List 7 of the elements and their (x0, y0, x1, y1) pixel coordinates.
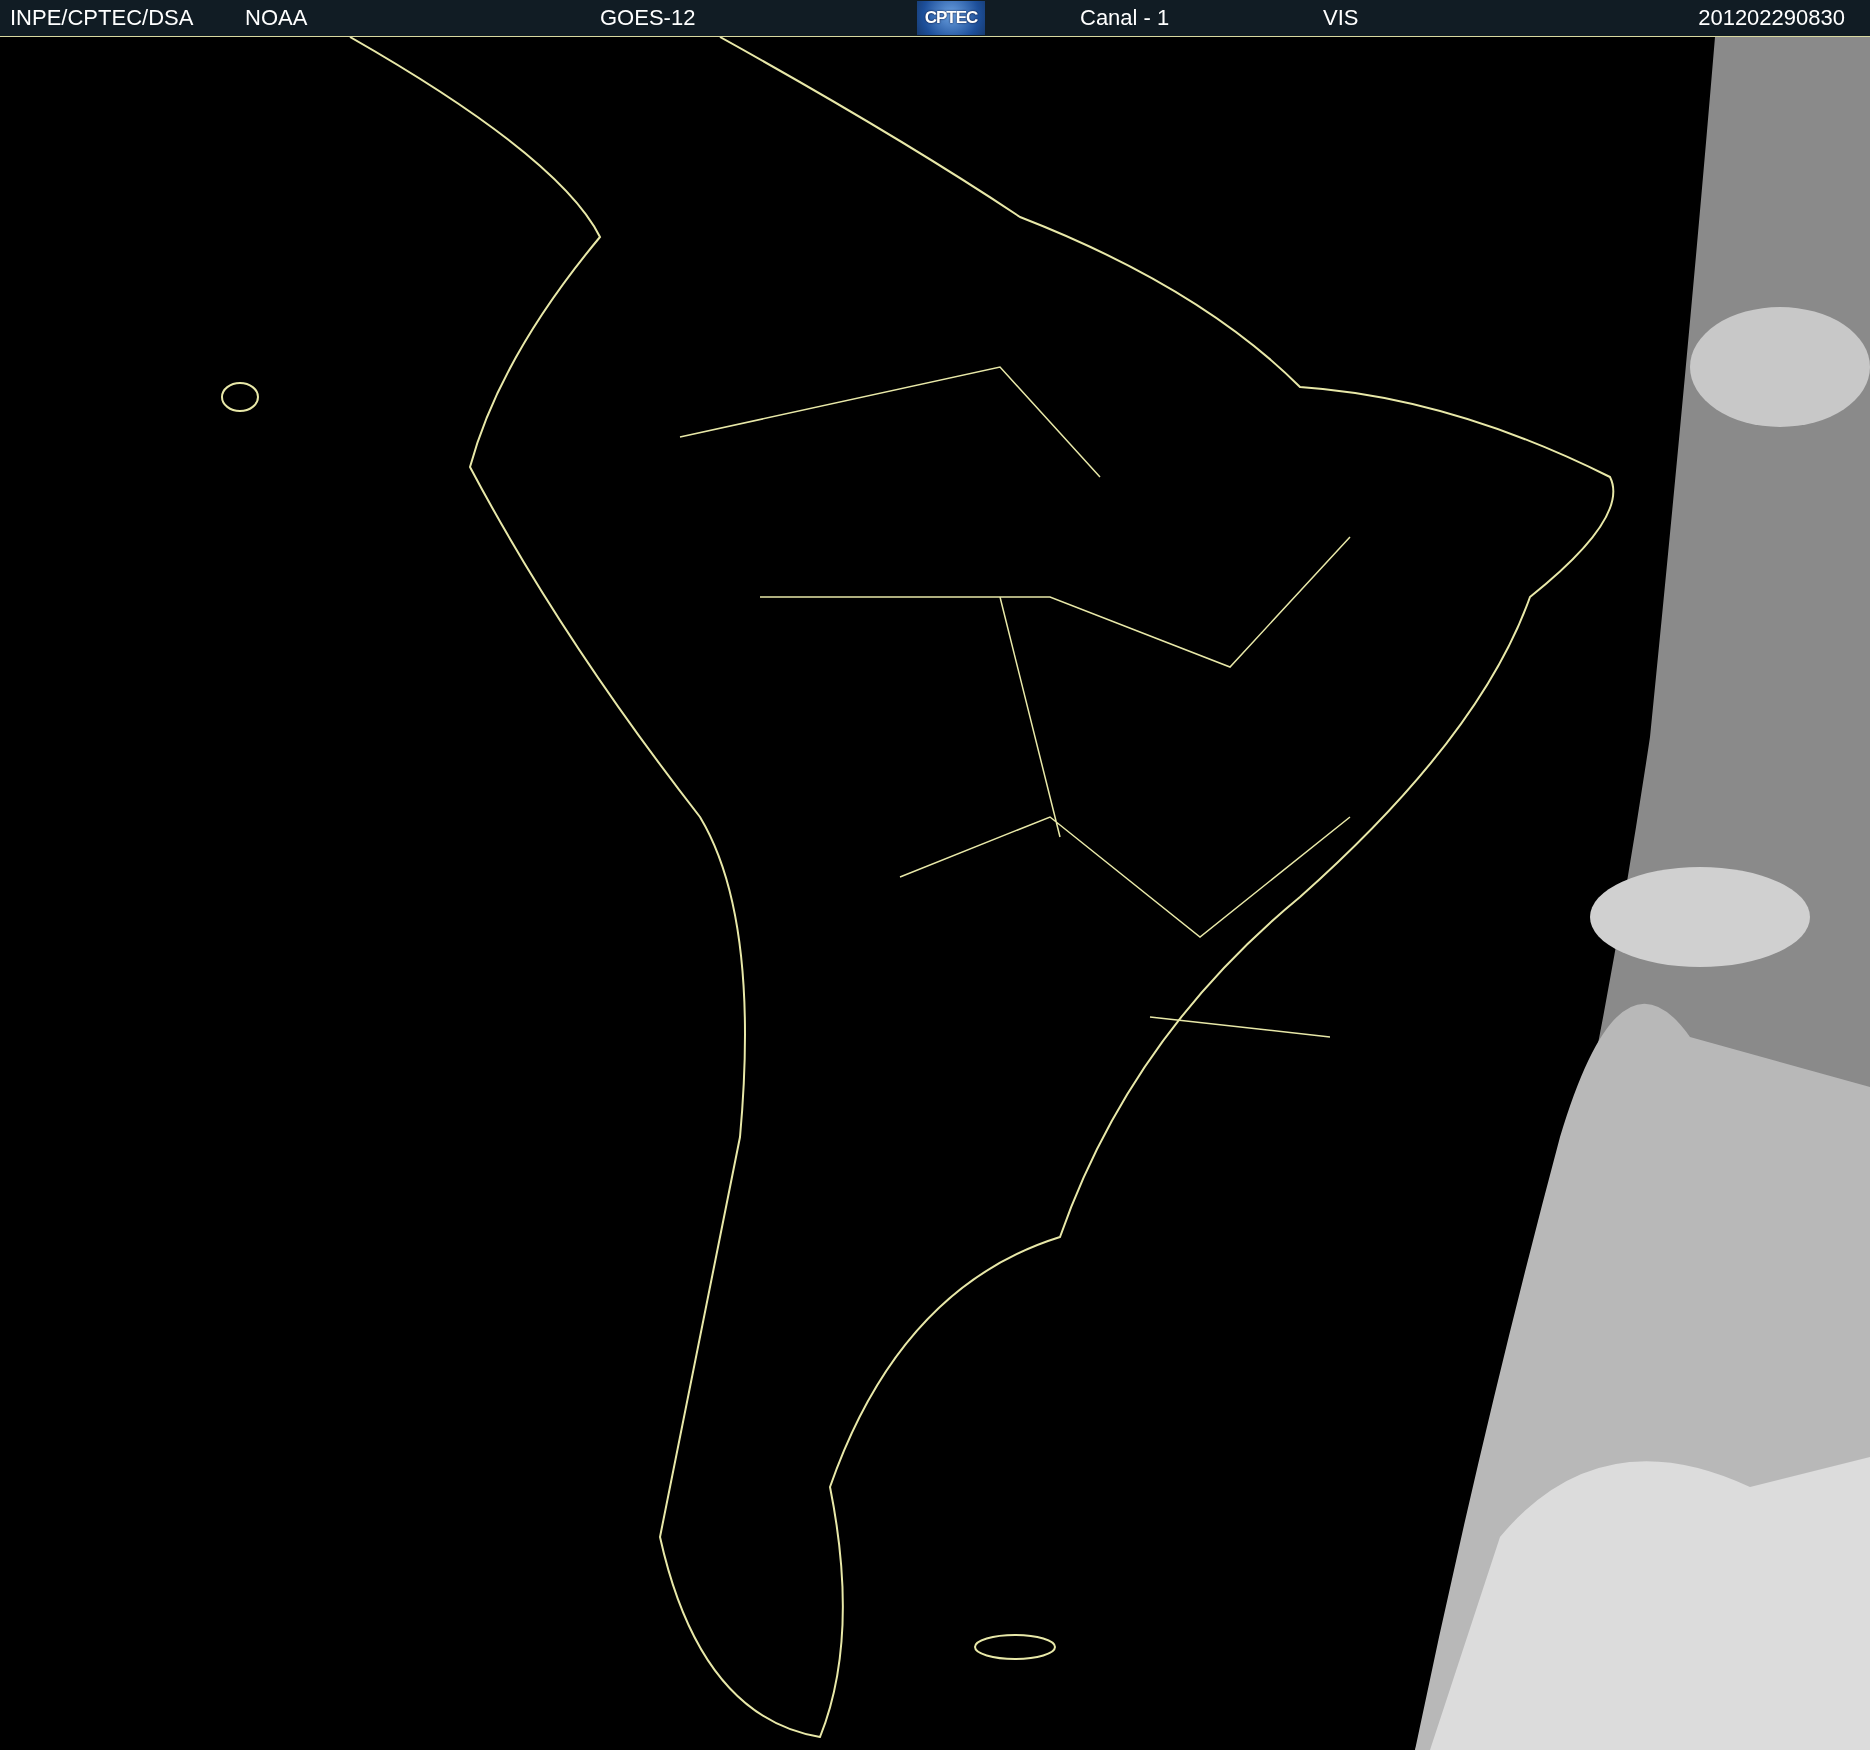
band-label: VIS (1323, 5, 1360, 31)
channel-label: Canal - 1 (1080, 5, 1171, 31)
logo: CPTEC (917, 1, 985, 35)
satellite-label: GOES-12 (600, 5, 697, 31)
source-label: INPE/CPTEC/DSA (10, 5, 195, 31)
timestamp-label: 201202290830 (1698, 5, 1845, 31)
agency-label: NOAA (245, 5, 309, 31)
